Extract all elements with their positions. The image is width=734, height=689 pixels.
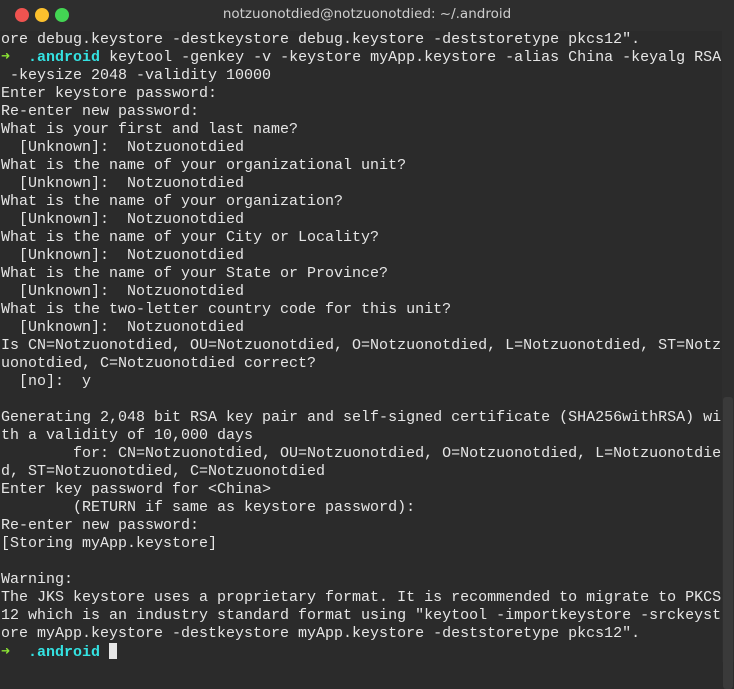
prompt-arrow-icon: ➜ xyxy=(1,644,11,661)
line-text: What is the name of your City or Localit… xyxy=(1,229,380,246)
line-text: [Unknown]: Notzuonotdied xyxy=(1,319,245,336)
terminal-line: -keysize 2048 -validity 10000 xyxy=(1,67,721,85)
line-text: The JKS keystore uses a proprietary form… xyxy=(1,589,722,606)
terminal-line: th a validity of 10,000 days xyxy=(1,427,721,445)
terminal-line: (RETURN if same as keystore password): xyxy=(1,499,721,517)
line-text: What is the name of your organizational … xyxy=(1,157,407,174)
terminal-line: uonotdied, C=Notzuonotdied correct? xyxy=(1,355,721,373)
terminal-line: [Unknown]: Notzuonotdied xyxy=(1,319,721,337)
terminal-line: Enter keystore password: xyxy=(1,85,721,103)
scrollbar-thumb[interactable] xyxy=(723,397,733,689)
cursor xyxy=(109,643,118,659)
line-text: keytool -genkey -v -keystore myApp.keyst… xyxy=(100,49,722,66)
terminal-output[interactable]: ore debug.keystore -destkeystore debug.k… xyxy=(1,31,721,662)
line-text: Enter keystore password: xyxy=(1,85,218,102)
line-text: [Unknown]: Notzuonotdied xyxy=(1,211,245,228)
terminal-line: What is the name of your organizational … xyxy=(1,157,721,175)
terminal-line: [Storing myApp.keystore] xyxy=(1,535,721,553)
line-text: [no]: y xyxy=(1,373,92,390)
terminal-line: Warning: xyxy=(1,571,721,589)
line-text: th a validity of 10,000 days xyxy=(1,427,254,444)
line-text: [Unknown]: Notzuonotdied xyxy=(1,175,245,192)
prompt-arrow-icon: ➜ xyxy=(1,49,11,66)
line-text: for: CN=Notzuonotdied, OU=Notzuonotdied,… xyxy=(1,445,722,462)
title-bar: notzuonotdied@notzuonotdied: ~/.android xyxy=(0,0,734,31)
terminal-line: [Unknown]: Notzuonotdied xyxy=(1,175,721,193)
terminal-line: [Unknown]: Notzuonotdied xyxy=(1,283,721,301)
line-text: Re-enter new password: xyxy=(1,517,200,534)
window-title: notzuonotdied@notzuonotdied: ~/.android xyxy=(222,6,512,22)
terminal-line: [Unknown]: Notzuonotdied xyxy=(1,139,721,157)
prompt-directory: .android xyxy=(28,49,101,66)
line-text: What is the name of your State or Provin… xyxy=(1,265,389,282)
line-text: ore myApp.keystore -destkeystore myApp.k… xyxy=(1,625,641,642)
line-text: 12 which is an industry standard format … xyxy=(1,607,722,624)
terminal-line: Generating 2,048 bit RSA key pair and se… xyxy=(1,409,721,427)
terminal-line: [Unknown]: Notzuonotdied xyxy=(1,247,721,265)
terminal-line: Is CN=Notzuonotdied, OU=Notzuonotdied, O… xyxy=(1,337,721,355)
terminal-line: Re-enter new password: xyxy=(1,103,721,121)
terminal-line: What is the name of your City or Localit… xyxy=(1,229,721,247)
terminal-line: The JKS keystore uses a proprietary form… xyxy=(1,589,721,607)
line-text: [Storing myApp.keystore] xyxy=(1,535,218,552)
terminal-line: [Unknown]: Notzuonotdied xyxy=(1,211,721,229)
line-text: Enter key password for <China> xyxy=(1,481,272,498)
terminal-line: What is your first and last name? xyxy=(1,121,721,139)
prompt-line: ➜ .android xyxy=(1,643,721,661)
line-text: [Unknown]: Notzuonotdied xyxy=(1,139,245,156)
line-text: [Unknown]: Notzuonotdied xyxy=(1,283,245,300)
prompt-line: ➜ .android keytool -genkey -v -keystore … xyxy=(1,49,721,67)
line-text: What is the two-letter country code for … xyxy=(1,301,452,318)
terminal-line: ore myApp.keystore -destkeystore myApp.k… xyxy=(1,625,721,643)
terminal-line: What is the name of your organization? xyxy=(1,193,721,211)
line-text: Is CN=Notzuonotdied, OU=Notzuonotdied, O… xyxy=(1,337,722,354)
line-text: -keysize 2048 -validity 10000 xyxy=(1,67,272,84)
terminal-line: What is the two-letter country code for … xyxy=(1,301,721,319)
scrollbar[interactable] xyxy=(722,31,734,689)
terminal-line: d, ST=Notzuonotdied, C=Notzuonotdied xyxy=(1,463,721,481)
terminal-line: Enter key password for <China> xyxy=(1,481,721,499)
terminal-line: Re-enter new password: xyxy=(1,517,721,535)
line-text: uonotdied, C=Notzuonotdied correct? xyxy=(1,355,317,372)
line-text: What is the name of your organization? xyxy=(1,193,344,210)
line-text: Generating 2,048 bit RSA key pair and se… xyxy=(1,409,722,426)
prompt-directory: .android xyxy=(28,644,101,661)
line-text: d, ST=Notzuonotdied, C=Notzuonotdied xyxy=(1,463,326,480)
terminal-line: for: CN=Notzuonotdied, OU=Notzuonotdied,… xyxy=(1,445,721,463)
line-text: What is your first and last name? xyxy=(1,121,299,138)
line-text: ore debug.keystore -destkeystore debug.k… xyxy=(1,31,641,48)
terminal-line: What is the name of your State or Provin… xyxy=(1,265,721,283)
line-text: [Unknown]: Notzuonotdied xyxy=(1,247,245,264)
line-text: Re-enter new password: xyxy=(1,103,200,120)
line-text: (RETURN if same as keystore password): xyxy=(1,499,416,516)
terminal-line: [no]: y xyxy=(1,373,721,391)
terminal-line: ore debug.keystore -destkeystore debug.k… xyxy=(1,31,721,49)
terminal-line: 12 which is an industry standard format … xyxy=(1,607,721,625)
line-text: Warning: xyxy=(1,571,74,588)
